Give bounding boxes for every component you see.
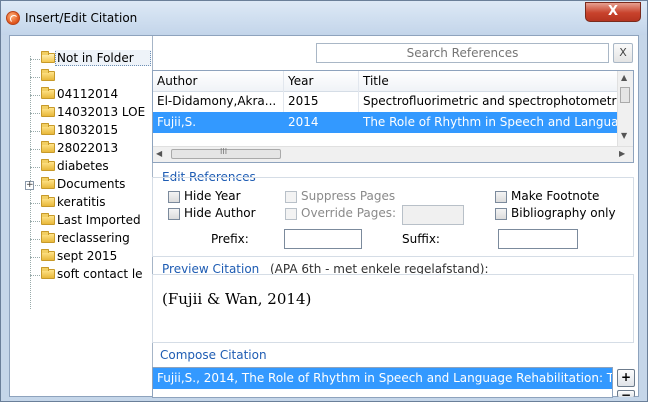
scroll-left-arrow-icon[interactable]: ◀	[156, 149, 162, 158]
table-row[interactable]: El-Didamony,Akra... 2015 Spectrofluorime…	[153, 91, 619, 112]
compose-citation-list[interactable]: Fujii,S., 2014, The Role of Rhythm in Sp…	[152, 367, 613, 398]
folder-item-14032013-loe[interactable]: 14032013 LOE	[10, 104, 153, 122]
clear-search-button[interactable]: X	[613, 43, 633, 63]
cell-author: Fujii,S.	[157, 115, 197, 129]
folder-icon	[41, 177, 55, 189]
folder-icon	[41, 69, 55, 81]
folder-label: soft contact le	[57, 267, 143, 281]
folder-label: diabetes	[57, 159, 109, 173]
expand-plus-icon[interactable]: +	[25, 181, 34, 190]
dialog-body: Not in Folder 04112014 14032013 LOE 1803…	[9, 35, 639, 401]
checkbox[interactable]	[285, 191, 297, 203]
table-header: Author Year Title	[153, 71, 619, 92]
insert-edit-citation-dialog: Insert/Edit Citation X Not in Folder 041…	[0, 0, 648, 402]
folder-label: Not in Folder	[57, 51, 134, 65]
folder-item-18032015[interactable]: 18032015	[10, 122, 153, 140]
references-table[interactable]: Author Year Title El-Didamony,Akra... 20…	[152, 70, 634, 163]
checkbox-label: Bibliography only	[511, 206, 616, 220]
search-references-input[interactable]	[316, 43, 609, 63]
folder-icon	[41, 195, 55, 207]
app-logo-icon	[6, 11, 20, 25]
scroll-up-arrow-icon[interactable]: ▲	[621, 73, 627, 82]
folder-label: Documents	[57, 177, 126, 191]
table-row-selected[interactable]: Fujii,S. 2014 The Role of Rhythm in Spee…	[153, 112, 619, 133]
column-header-author[interactable]: Author	[157, 74, 197, 88]
suffix-label: Suffix:	[402, 232, 440, 246]
folder-icon	[41, 213, 55, 225]
folder-item-reclassering[interactable]: reclassering	[10, 230, 153, 248]
list-item-selected[interactable]: Fujii,S., 2014, The Role of Rhythm in Sp…	[153, 368, 612, 389]
folder-item-sept-2015[interactable]: sept 2015	[10, 248, 153, 266]
window-title: Insert/Edit Citation	[25, 11, 138, 25]
folder-label: reclassering	[57, 231, 130, 245]
folder-icon	[41, 123, 55, 135]
checkbox[interactable]	[495, 208, 507, 220]
folder-item-documents[interactable]: + Documents	[10, 176, 153, 194]
vertical-scrollbar[interactable]: ▲ ▼	[617, 71, 633, 147]
folder-icon	[41, 141, 55, 153]
folder-label: 28022013	[57, 141, 119, 155]
scroll-grip: III	[220, 147, 228, 156]
folder-item-keratitis[interactable]: keratitis	[10, 194, 153, 212]
folder-item-28022013[interactable]: 28022013	[10, 140, 153, 158]
compose-item-text: Fujii,S., 2014, The Role of Rhythm in Sp…	[157, 371, 613, 385]
checkbox[interactable]	[168, 208, 180, 220]
checkbox-label: Make Footnote	[511, 189, 600, 203]
cell-year: 2015	[288, 94, 319, 108]
checkbox[interactable]	[285, 208, 297, 220]
checkbox-label: Override Pages:	[301, 206, 397, 220]
cell-title: Spectrofluorimetric and spectrophotometr…	[363, 94, 619, 108]
folder-label: keratitis	[57, 195, 106, 209]
folder-icon	[41, 249, 55, 261]
open-folder-icon	[41, 51, 55, 63]
folder-item-diabetes[interactable]: diabetes	[10, 158, 153, 176]
checkbox-label: Hide Year	[184, 189, 241, 203]
vertical-scroll-thumb[interactable]	[620, 87, 630, 103]
cell-year: 2014	[288, 115, 319, 129]
add-citation-button[interactable]: +	[617, 369, 635, 387]
prefix-field[interactable]	[284, 229, 362, 249]
checkbox[interactable]	[495, 191, 507, 203]
folder-item-not-in-folder[interactable]: Not in Folder	[10, 50, 153, 68]
folder-label: 14032013 LOE	[57, 105, 146, 119]
cell-author: El-Didamony,Akra...	[157, 94, 277, 108]
folder-icon	[41, 231, 55, 243]
horizontal-scroll-thumb[interactable]: III	[171, 147, 281, 159]
checkbox-label: Hide Author	[184, 206, 256, 220]
folder-icon	[41, 87, 55, 99]
title-bar: Insert/Edit Citation X	[1, 1, 647, 35]
cell-title: The Role of Rhythm in Speech and Languag…	[363, 115, 619, 129]
suffix-field[interactable]	[498, 229, 578, 249]
scroll-down-arrow-icon[interactable]: ▼	[621, 131, 627, 140]
checkbox[interactable]	[168, 191, 180, 203]
preview-citation-box: (Fujii & Wan, 2014)	[152, 274, 634, 343]
checkbox-label: Suppress Pages	[301, 189, 396, 203]
folder-item-04112014[interactable]: 04112014	[10, 86, 153, 104]
prefix-label: Prefix:	[211, 232, 249, 246]
folder-icon	[41, 267, 55, 279]
folder-item-last-imported[interactable]: Last Imported	[10, 212, 153, 230]
preview-citation-text: (Fujii & Wan, 2014)	[162, 290, 312, 308]
remove-citation-button[interactable]: −	[617, 389, 635, 401]
folder-label: Last Imported	[57, 213, 141, 227]
column-header-year[interactable]: Year	[288, 74, 313, 88]
compose-citation-label: Compose Citation	[160, 348, 267, 362]
folder-label: sept 2015	[57, 249, 118, 263]
folder-item-soft-contact-le[interactable]: soft contact le	[10, 266, 153, 284]
scroll-right-arrow-icon[interactable]: ▶	[619, 149, 625, 158]
override-pages-field[interactable]	[402, 205, 464, 225]
folder-icon	[41, 159, 55, 171]
close-button[interactable]: X	[585, 2, 641, 22]
folder-item-unnamed[interactable]	[10, 68, 153, 86]
column-header-title[interactable]: Title	[363, 74, 389, 88]
folder-label: 04112014	[57, 87, 119, 101]
folder-icon	[41, 105, 55, 117]
folder-tree[interactable]: Not in Folder 04112014 14032013 LOE 1803…	[10, 36, 153, 396]
horizontal-scrollbar[interactable]: ◀ III ▶	[153, 146, 633, 162]
folder-label: 18032015	[57, 123, 119, 137]
